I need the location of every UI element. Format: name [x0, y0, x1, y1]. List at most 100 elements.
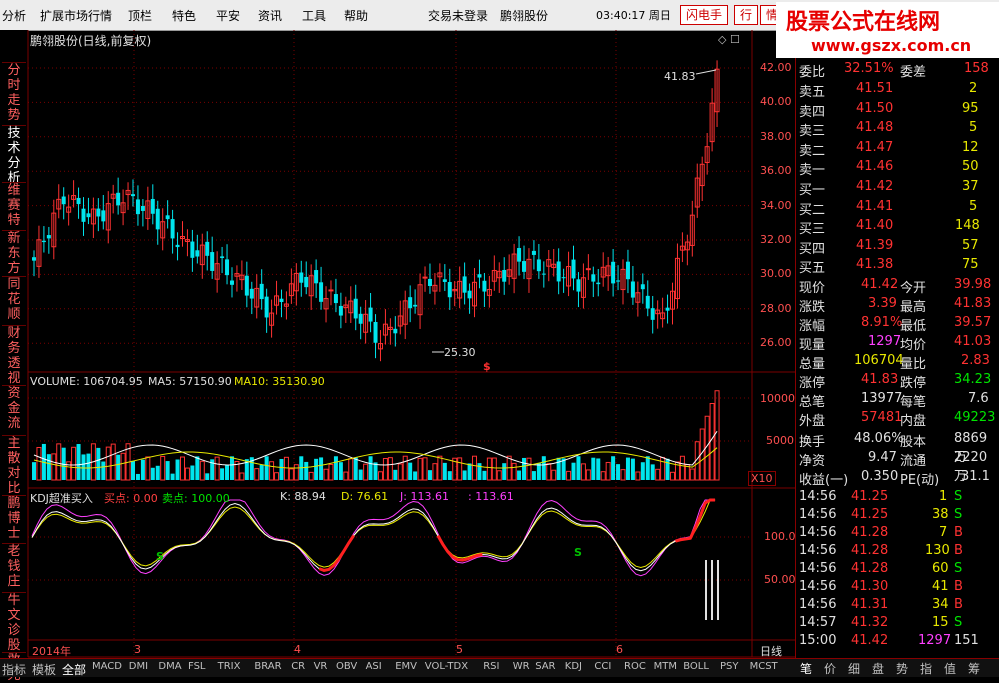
sell-level: 卖四 [799, 104, 826, 120]
tick-price: 41.28 [851, 543, 889, 558]
tick-price: 41.25 [851, 507, 889, 522]
stat-value: 49223 [954, 410, 996, 425]
kdj-tick: 50.00 [764, 573, 796, 586]
kdj-buy: 买点: 0.00 [104, 492, 158, 505]
indicator-tab[interactable]: EMV [395, 661, 417, 672]
indicator-tab[interactable]: VOL-TDX [425, 661, 468, 672]
indicator-tab[interactable]: ROC [624, 661, 646, 672]
indicator-tab[interactable]: DMI [129, 661, 148, 672]
buy-price: 41.41 [856, 198, 894, 214]
candle-body [116, 192, 121, 206]
volume-bar [254, 468, 260, 481]
volume-bar [145, 456, 151, 481]
volume-bar [150, 467, 155, 480]
tick-side: S [954, 507, 963, 522]
indicator-tab[interactable]: CR [291, 661, 305, 672]
indicator-tab[interactable]: CCI [594, 661, 611, 672]
volume-bar [368, 456, 373, 480]
candle-body [155, 208, 160, 230]
sell-price: 41.47 [856, 139, 894, 155]
buy-volume: 148 [955, 218, 980, 233]
indicator-tab[interactable]: TRIX [218, 661, 241, 672]
indicator-tab[interactable]: ASI [366, 661, 382, 672]
stat-label: 现量 [799, 338, 826, 353]
quote-tab[interactable]: 值 [944, 660, 956, 677]
stat-label: 均价 [900, 338, 927, 353]
chart-title: 鹏翎股份(日线,前复权) [30, 34, 152, 48]
volume-bar [620, 469, 626, 481]
candle-body [279, 298, 284, 303]
volume-bar [165, 461, 170, 480]
kdj-k: K: 88.94 [280, 490, 326, 503]
volume-bar [328, 463, 334, 481]
indicator-tab[interactable]: 指标 [2, 661, 26, 678]
period-label[interactable]: 日线 [760, 643, 782, 659]
volume-bar [86, 453, 91, 480]
candle-body [338, 305, 343, 316]
indicator-tab[interactable]: DMA [158, 661, 181, 672]
tick-price: 41.25 [851, 489, 889, 504]
price-tick: 34.00 [760, 199, 792, 212]
volume-bar [566, 470, 572, 481]
candle-body [76, 197, 81, 205]
tick-time: 15:00 [799, 633, 837, 648]
candle-body [41, 240, 46, 243]
volume-bar [561, 458, 566, 480]
volume-bar [36, 447, 42, 481]
volume-bar [486, 457, 492, 481]
volume-bar [288, 468, 294, 481]
stat2-value: 9.47 [868, 450, 897, 465]
indicator-tab[interactable]: BRAR [254, 661, 281, 672]
volume-bar [229, 456, 234, 480]
quote-tab[interactable]: 指 [920, 660, 932, 677]
wei-label: 委比 [799, 65, 826, 80]
quote-tab[interactable]: 价 [824, 660, 836, 677]
volume-bar [546, 463, 552, 481]
stat2-row: 收益(一) 0.350 PE(动) 31.1 [796, 468, 999, 488]
chart-settings-icon[interactable]: ◇ ☐ [718, 33, 740, 46]
indicator-tab[interactable]: OBV [336, 661, 357, 672]
stat-label: 总量 [799, 357, 826, 372]
quote-tab[interactable]: 势 [896, 660, 908, 677]
stat-value: 39.57 [954, 315, 992, 330]
indicator-tab[interactable]: BOLL [683, 661, 709, 672]
indicator-tab[interactable]: KDJ [565, 661, 582, 672]
candle-body [299, 272, 304, 283]
tick-row: 15:00 41.42 1297 151 [796, 632, 999, 651]
candle-body [195, 250, 200, 257]
kdj-lines [31, 498, 719, 620]
candle-body [205, 241, 210, 256]
sell-volume: 5 [969, 120, 978, 135]
tick-volume: 7 [939, 525, 948, 540]
volume-bar [491, 457, 497, 481]
quote-tab[interactable]: 细 [848, 660, 860, 677]
indicator-tab[interactable]: PSY [720, 661, 739, 672]
indicator-tab[interactable]: RSI [483, 661, 499, 672]
stat-row: 现量 1297 均价 41.03 [796, 333, 999, 353]
indicator-tab[interactable]: MTM [654, 661, 677, 672]
volume-bar [432, 463, 438, 481]
sell-price: 41.50 [856, 100, 894, 116]
quote-tab[interactable]: 盘 [872, 660, 884, 677]
volume-bar [393, 469, 398, 480]
buy-level: 买五 [799, 261, 826, 276]
candle-body [640, 284, 645, 290]
low-annotation: 25.30 [444, 346, 476, 359]
tick-side: 151 [954, 633, 979, 648]
indicator-tab[interactable]: FSL [188, 661, 206, 672]
indicator-tab[interactable]: VR [314, 661, 328, 672]
tick-price: 41.42 [851, 633, 889, 648]
indicator-tab[interactable]: WR [513, 661, 530, 672]
volume-bar [536, 462, 541, 480]
stat-label: 今开 [900, 281, 927, 296]
indicator-tab[interactable]: 全部 [62, 661, 86, 678]
indicator-tab[interactable]: MCST [750, 661, 778, 672]
quote-tab[interactable]: 筹 [968, 660, 980, 677]
kdj-sell: 卖点: 100.00 [162, 492, 230, 505]
indicator-tab[interactable]: 模板 [32, 661, 56, 678]
volume-bar [650, 464, 655, 480]
indicator-tab[interactable]: MACD [92, 661, 122, 672]
quote-tab[interactable]: 笔 [800, 660, 812, 677]
volume-bar [314, 458, 319, 480]
indicator-tab[interactable]: SAR [535, 661, 555, 672]
